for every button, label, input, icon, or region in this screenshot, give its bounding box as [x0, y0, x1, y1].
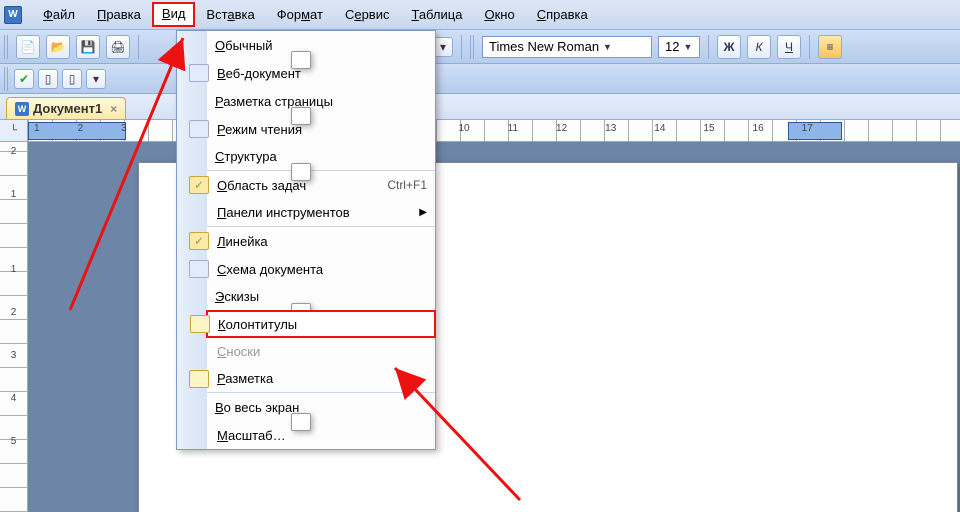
menu-item-линейка[interactable]: ✓Линейка — [207, 227, 435, 255]
print-button[interactable]: 🖨 — [106, 35, 130, 59]
check-icon: ✓ — [189, 176, 209, 194]
toolbar-grip-2[interactable] — [470, 35, 476, 59]
font-name-value: Times New Roman — [489, 39, 599, 54]
menu-item-label: Масштаб… — [217, 428, 286, 443]
chevron-down-icon: ▼ — [683, 42, 692, 52]
font-size-value: 12 — [665, 39, 679, 54]
menu-сервис[interactable]: Сервис — [334, 2, 401, 27]
menu-item-label: Сноски — [217, 344, 260, 359]
menu-item-режим-чтения[interactable]: Режим чтения — [207, 115, 435, 143]
menu-item-структура[interactable]: Структура — [207, 143, 435, 171]
align-button[interactable]: ≡ — [818, 35, 842, 59]
submenu-arrow-icon: ▶ — [419, 207, 427, 218]
menu-item-масштаб-[interactable]: Масштаб… — [207, 421, 435, 449]
open-button[interactable]: 📂 — [46, 35, 70, 59]
menu-вставка[interactable]: Вставка — [195, 2, 265, 27]
ruler-corner[interactable]: └ — [0, 120, 28, 142]
document-tab[interactable]: W Документ1 × — [6, 97, 126, 119]
document-area[interactable] — [28, 142, 960, 512]
blue-icon — [189, 260, 209, 278]
menubar: W ФайлПравкаВидВставкаФорматСервисТаблиц… — [0, 0, 960, 30]
menu-item-label: Колонтитулы — [218, 317, 297, 332]
menu-item-область-задач[interactable]: ✓Область задачCtrl+F1 — [207, 171, 435, 199]
font-size-combo[interactable]: 12 ▼ — [658, 36, 700, 58]
reject-button[interactable]: ▯ — [38, 69, 58, 89]
menu-item-label: Режим чтения — [217, 122, 302, 137]
yellow-icon — [190, 315, 210, 333]
menu-item-label: Разметка страницы — [215, 94, 333, 109]
toolbar-grip[interactable] — [4, 35, 10, 59]
yellow-icon — [189, 370, 209, 388]
save-button[interactable]: 💾 — [76, 35, 100, 59]
document-tab-label: Документ1 — [33, 101, 102, 116]
font-name-combo[interactable]: Times New Roman ▼ — [482, 36, 652, 58]
menu-вид[interactable]: Вид — [152, 2, 196, 27]
menu-item-веб-документ[interactable]: Веб-документ — [207, 59, 435, 87]
reviewing-toolbar: ✔ ▯ ▯ ▾ — [0, 64, 960, 94]
horizontal-ruler[interactable]: 123567891011121314151617 — [28, 120, 960, 142]
workspace: └ 123567891011121314151617 2112345 — [0, 120, 960, 512]
bold-button[interactable]: Ж — [717, 35, 741, 59]
toolbar-grip-3[interactable] — [4, 67, 10, 91]
italic-button[interactable]: К — [747, 35, 771, 59]
menu-окно[interactable]: Окно — [473, 2, 525, 27]
menu-item-label: Во весь экран — [215, 400, 299, 415]
close-icon[interactable]: × — [110, 102, 117, 116]
document-tab-bar: W Документ1 × — [0, 94, 960, 120]
menu-item-схема-документа[interactable]: Схема документа — [207, 255, 435, 283]
toolbar-overflow[interactable]: ▾ — [433, 37, 453, 57]
menu-item-label: Эскизы — [215, 289, 259, 304]
menu-item-label: Разметка — [217, 371, 273, 386]
chevron-down-icon: ▼ — [603, 42, 612, 52]
standard-toolbar: 📄 📂 💾 🖨 ▦ ▾ Times New Roman ▼ 12 ▼ Ж К Ч… — [0, 30, 960, 64]
vertical-ruler[interactable]: 2112345 — [0, 142, 28, 512]
menu-item-панели-инструментов[interactable]: Панели инструментов ▶ — [207, 199, 435, 227]
menu-таблица[interactable]: Таблица — [400, 2, 473, 27]
overflow-2[interactable]: ▾ — [86, 69, 106, 89]
menu-правка[interactable]: Правка — [86, 2, 152, 27]
menu-файл[interactable]: Файл — [32, 2, 86, 27]
next-change-button[interactable]: ▯ — [62, 69, 82, 89]
app-icon: W — [4, 6, 22, 24]
shortcut-label: Ctrl+F1 — [387, 178, 427, 192]
menu-item-label: Веб-документ — [217, 66, 301, 81]
blue-icon — [189, 120, 209, 138]
underline-button[interactable]: Ч — [777, 35, 801, 59]
menu-item-обычный[interactable]: Обычный — [207, 31, 435, 59]
menu-item-label: Структура — [215, 149, 277, 164]
new-doc-button[interactable]: 📄 — [16, 35, 40, 59]
accept-button[interactable]: ✔ — [14, 69, 34, 89]
word-doc-icon: W — [15, 102, 29, 116]
menu-item-во-весь-экран[interactable]: Во весь экран — [207, 393, 435, 421]
menu-формат[interactable]: Формат — [266, 2, 334, 27]
menu-item-эскизы[interactable]: Эскизы — [207, 283, 435, 311]
menu-item-label: Панели инструментов — [217, 205, 350, 220]
menu-item-label: Область задач — [217, 178, 306, 193]
menu-item-label: Схема документа — [217, 262, 323, 277]
menu-item-разметка-страницы[interactable]: Разметка страницы — [207, 87, 435, 115]
menu-item-сноски: Сноски — [207, 337, 435, 365]
menu-item-label: Обычный — [215, 38, 272, 53]
view-menu-dropdown: Обычный Веб-документ Разметка страницы Режи… — [176, 30, 436, 450]
check-icon: ✓ — [189, 232, 209, 250]
menu-справка[interactable]: Справка — [526, 2, 599, 27]
menu-item-колонтитулы[interactable]: Колонтитулы — [206, 310, 436, 338]
blue-icon — [189, 64, 209, 82]
menu-item-label: Линейка — [217, 234, 268, 249]
menu-item-разметка[interactable]: Разметка — [207, 365, 435, 393]
